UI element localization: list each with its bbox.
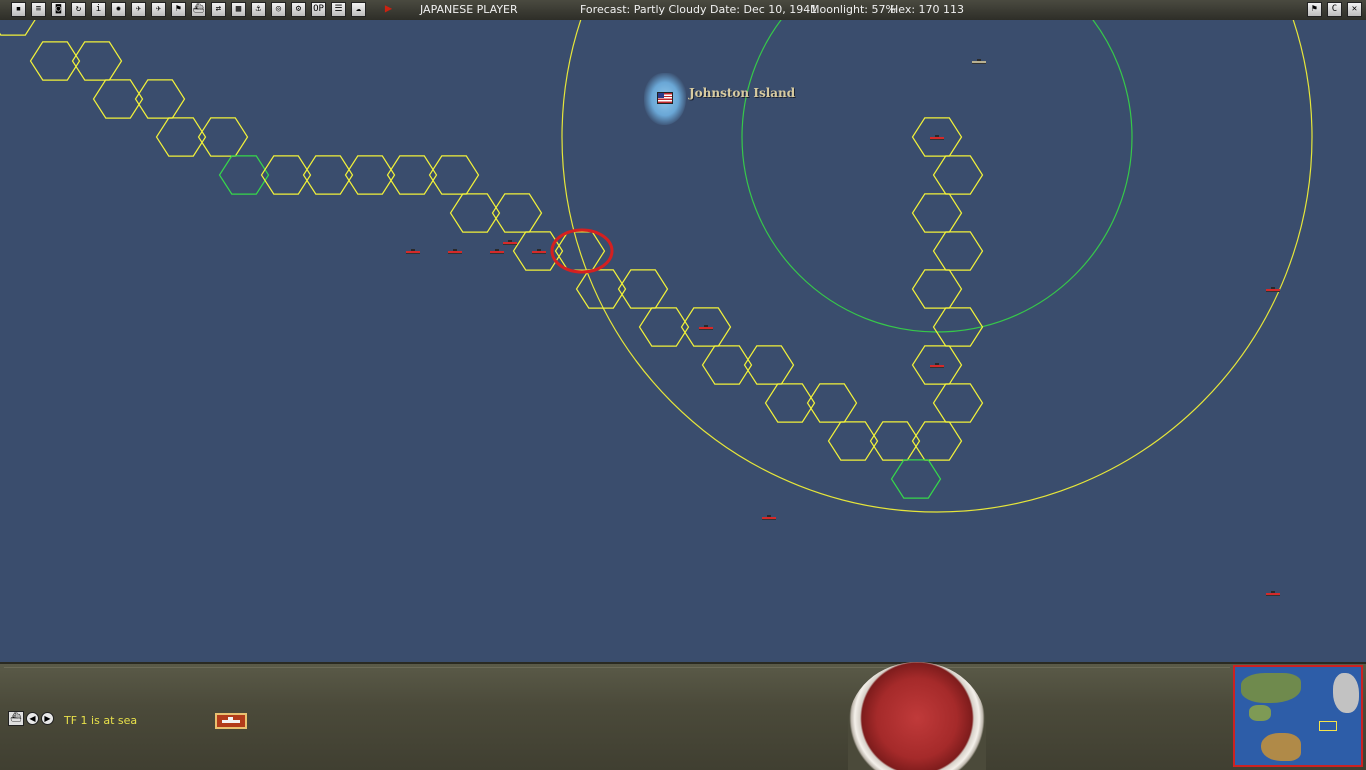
status-message: TF 1 is at sea [64,714,138,727]
task-force-panel: ⛴ ◀ ▶ TF 1 is at sea [4,667,1230,769]
enemy-ship-marker[interactable] [406,249,420,254]
aircraft-icon[interactable]: ✈ [151,2,166,17]
ship-icon[interactable]: ⛴ [191,2,206,17]
cycle-icon[interactable]: ◙ [51,2,66,17]
movement-path-hex[interactable] [890,459,942,499]
movement-path-hex[interactable] [911,193,963,233]
end-turn-play-icon[interactable]: ▶ [381,2,396,17]
report-icon[interactable]: ≡ [31,2,46,17]
hex-overlay [0,20,1313,513]
ground-unit-icon[interactable]: ▦ [231,2,246,17]
enemy-ship-marker[interactable] [1266,287,1280,292]
minimap[interactable] [1233,665,1363,767]
top-toolbar: ▪ ≡ ◙ ↻ i ✹ ✈ ✈ ⚑ ⛴ ⇄ ▦ ⚓ ◎ ⚙ OP ☰ ☁ ▶ JAPANESE PLAYER For… [0,0,1366,21]
enemy-ship-marker[interactable] [503,240,517,245]
minimap-viewport-frame[interactable] [1319,721,1337,731]
selected-hex-marker[interactable] [550,228,614,274]
enemy-ship-marker[interactable] [930,363,944,368]
close-icon[interactable]: ✕ [1347,2,1362,17]
movement-path-hex[interactable] [932,383,984,423]
enemy-ship-marker[interactable] [490,249,504,254]
enemy-ship-marker[interactable] [762,515,776,520]
location-label: Johnston Island [689,86,796,100]
transfer-icon[interactable]: ⇄ [211,2,226,17]
refresh-icon[interactable]: ↻ [71,2,86,17]
movement-path-hex[interactable] [932,307,984,347]
list-icon[interactable]: ☰ [331,2,346,17]
enemy-ship-marker[interactable] [930,135,944,140]
bottom-info-panel: ⛴ ◀ ▶ TF 1 is at sea [0,662,1366,770]
forecast-text: Forecast: Partly Cloudy [580,3,707,16]
hex-coordinate-text: Hex: 170 113 [890,3,965,16]
movement-path-hex[interactable] [932,155,984,195]
previous-arrow-icon[interactable]: ◀ [26,712,39,725]
weather-icon[interactable]: ☁ [351,2,366,17]
globe-icon[interactable]: ◎ [271,2,286,17]
info-icon[interactable]: i [91,2,106,17]
movement-path-hex[interactable] [0,20,38,36]
range-circle [741,20,1133,333]
us-flag-icon[interactable] [657,92,673,104]
flag-icon[interactable]: ⚑ [171,2,186,17]
player-label: JAPANESE PLAYER [420,3,518,16]
settings-icon[interactable]: ⚙ [291,2,306,17]
enemy-ship-marker[interactable] [532,249,546,254]
enemy-ship-marker[interactable] [448,249,462,254]
movement-path-hex[interactable] [932,231,984,271]
ship-type-badge-icon[interactable] [215,713,247,729]
next-arrow-icon[interactable]: ▶ [41,712,54,725]
enemy-ship-marker[interactable] [699,325,713,330]
map-area[interactable]: Johnston Island [0,20,1366,662]
moonlight-text: Moonlight: 57% [810,3,896,16]
air-unit-icon[interactable]: ✈ [131,2,146,17]
task-force-icon[interactable]: ⛴ [8,711,24,726]
port-icon[interactable]: ⚓ [251,2,266,17]
op-icon[interactable]: OP [311,2,326,17]
rising-sun-icon[interactable]: ✹ [111,2,126,17]
friendly-ship-marker[interactable] [972,59,986,64]
enemy-ship-marker[interactable] [1266,591,1280,596]
date-text: Date: Dec 10, 1941 [710,3,818,16]
menu-icon[interactable]: ▪ [11,2,26,17]
c-icon[interactable]: C [1327,2,1342,17]
flag-toggle-icon[interactable]: ⚑ [1307,2,1322,17]
movement-path-hex[interactable] [911,269,963,309]
